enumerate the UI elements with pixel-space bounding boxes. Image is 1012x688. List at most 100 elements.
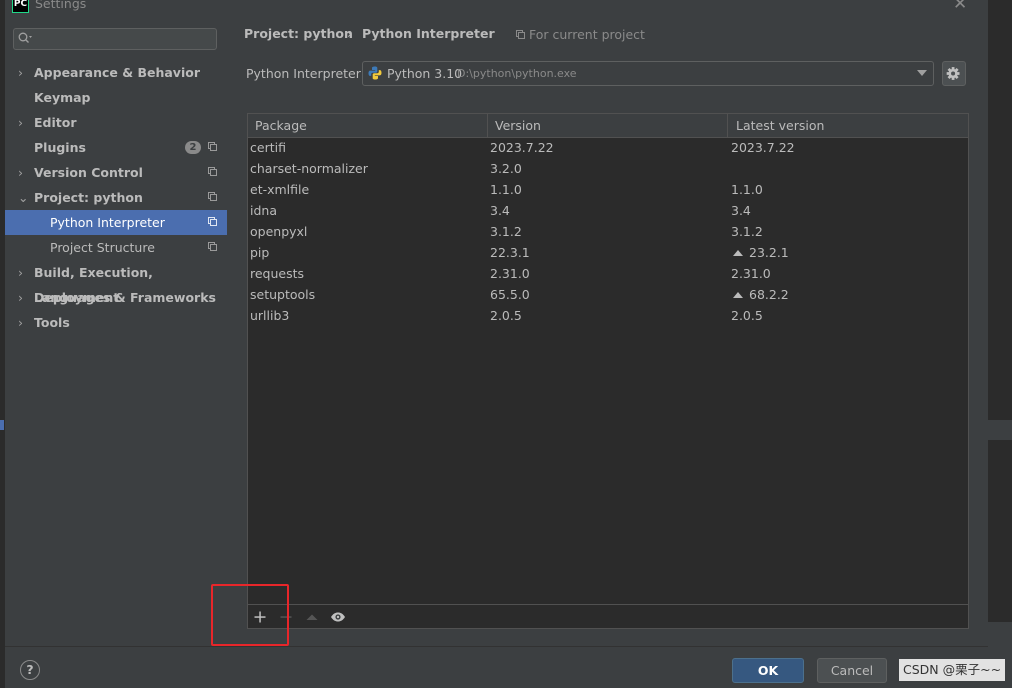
interpreter-settings-button[interactable] [942, 61, 966, 86]
package-latest-version: 1.1.0 [731, 182, 763, 197]
upgrade-icon [306, 614, 318, 620]
eye-icon [331, 612, 345, 622]
ok-button[interactable]: OK [732, 658, 804, 683]
package-latest-version: 3.1.2 [731, 224, 763, 239]
package-version: 3.2.0 [490, 161, 522, 176]
settings-search-input[interactable] [13, 28, 217, 50]
table-toolbar-divider [248, 604, 968, 605]
table-row[interactable]: setuptools 65.5.0 68.2.2 [248, 285, 968, 306]
package-latest-version-text: 3.1.2 [731, 224, 763, 239]
package-name: et-xmlfile [250, 182, 309, 197]
interpreter-name: Python 3.10 [387, 66, 463, 81]
sidebar-item-plugins[interactable]: Plugins 2 [5, 135, 227, 160]
table-row[interactable]: openpyxl 3.1.2 3.1.2 [248, 222, 968, 243]
sidebar-item-project-structure[interactable]: Project Structure [5, 235, 227, 260]
project-scope-icon [208, 217, 217, 226]
column-header-version[interactable]: Version [495, 118, 541, 133]
package-name-text: certifi [250, 140, 286, 155]
title-bar [5, 0, 988, 16]
project-scope-icon [208, 142, 217, 151]
help-button[interactable]: ? [20, 660, 40, 680]
package-latest-version: 23.2.1 [733, 245, 789, 260]
chevron-right-icon: › [18, 65, 23, 80]
table-row[interactable]: certifi 2023.7.22 2023.7.22 [248, 138, 968, 159]
project-scope-icon [208, 167, 217, 176]
package-version-text: 2.0.5 [490, 308, 522, 323]
table-row[interactable]: urllib3 2.0.5 2.0.5 [248, 306, 968, 327]
sidebar-item-tools[interactable]: › Tools [5, 310, 227, 335]
page-title: Python Interpreter [362, 26, 495, 41]
sidebar-item-appearance-behavior[interactable]: › Appearance & Behavior [5, 60, 227, 85]
package-version: 65.5.0 [490, 287, 530, 302]
dropdown-arrow-icon[interactable] [917, 70, 927, 76]
sidebar-item-label: Project: python [34, 190, 143, 205]
python-logo-icon [368, 66, 382, 80]
sidebar-item-project-python[interactable]: ⌄ Project: python [5, 185, 227, 210]
chevron-right-icon: › [18, 290, 23, 305]
sidebar-item-label: Version Control [34, 165, 143, 180]
sidebar-item-build-execution-deployment[interactable]: › Build, Execution, Deployment [5, 260, 227, 305]
package-name-text: urllib3 [250, 308, 290, 323]
package-latest-version-text: 2023.7.22 [731, 140, 795, 155]
package-latest-version: 2023.7.22 [731, 140, 795, 155]
table-row[interactable]: pip 22.3.1 23.2.1 [248, 243, 968, 264]
package-name: requests [250, 266, 304, 281]
sidebar-item-label: Tools [34, 315, 70, 330]
show-early-releases-button[interactable] [328, 607, 348, 627]
package-latest-version-text: 2.0.5 [731, 308, 763, 323]
upgrade-available-icon [733, 250, 743, 256]
plugins-update-badge: 2 [185, 141, 201, 154]
column-header-package[interactable]: Package [255, 118, 307, 133]
close-icon[interactable]: ✕ [953, 0, 967, 14]
package-version-text: 2023.7.22 [490, 140, 554, 155]
package-version: 3.4 [490, 203, 510, 218]
package-version-text: 2.31.0 [490, 266, 530, 281]
package-version-text: 1.1.0 [490, 182, 522, 197]
right-background-strip [988, 0, 1012, 688]
breadcrumb-project[interactable]: Project: python [244, 26, 353, 41]
table-row[interactable]: et-xmlfile 1.1.0 1.1.0 [248, 180, 968, 201]
package-version: 22.3.1 [490, 245, 530, 260]
package-name: charset-normalizer [250, 161, 368, 176]
table-row[interactable]: charset-normalizer 3.2.0 [248, 159, 968, 180]
package-name: pip [250, 245, 269, 260]
table-row[interactable]: requests 2.31.0 2.31.0 [248, 264, 968, 285]
column-header-latest-version[interactable]: Latest version [736, 118, 824, 133]
package-version: 2023.7.22 [490, 140, 554, 155]
cancel-button[interactable]: Cancel [817, 658, 887, 683]
interpreter-path: D:\python\python.exe [457, 67, 577, 80]
sidebar-item-python-interpreter[interactable]: Python Interpreter [5, 210, 227, 235]
sidebar-item-label: Languages & Frameworks [34, 290, 216, 305]
highlight-annotation-box [211, 584, 289, 646]
sidebar-item-label: Editor [34, 115, 77, 130]
sidebar-item-label: Plugins [34, 140, 86, 155]
project-scope-icon [208, 242, 217, 251]
upgrade-package-button[interactable] [302, 607, 322, 627]
sidebar-item-label: Appearance & Behavior [34, 65, 200, 80]
sidebar-item-languages-frameworks[interactable]: › Languages & Frameworks [5, 285, 227, 310]
package-version-text: 65.5.0 [490, 287, 530, 302]
package-name: certifi [250, 140, 286, 155]
package-name: setuptools [250, 287, 315, 302]
package-name: urllib3 [250, 308, 289, 323]
sidebar-item-label: Project Structure [50, 240, 155, 255]
package-name: idna [250, 203, 277, 218]
breadcrumb-separator: › [347, 26, 352, 41]
package-name-text: openpyxl [250, 224, 308, 239]
table-row[interactable]: idna 3.4 3.4 [248, 201, 968, 222]
package-name: openpyxl [250, 224, 307, 239]
sidebar-item-label: Keymap [34, 90, 91, 105]
csdn-watermark: CSDN @栗子~~ [899, 659, 1006, 681]
package-latest-version: 2.31.0 [731, 266, 771, 281]
package-version: 1.1.0 [490, 182, 522, 197]
project-scope-icon [516, 30, 525, 39]
package-version-text: 3.2.0 [490, 161, 522, 176]
strip-block [988, 420, 1012, 440]
project-scope-icon [208, 192, 217, 201]
sidebar-item-keymap[interactable]: Keymap [5, 85, 227, 110]
sidebar-item-editor[interactable]: › Editor [5, 110, 227, 135]
package-latest-version-text: 23.2.1 [749, 245, 789, 260]
package-latest-version-text: 3.4 [731, 203, 751, 218]
pycharm-logo-icon: PC [12, 0, 29, 13]
sidebar-item-version-control[interactable]: › Version Control [5, 160, 227, 185]
